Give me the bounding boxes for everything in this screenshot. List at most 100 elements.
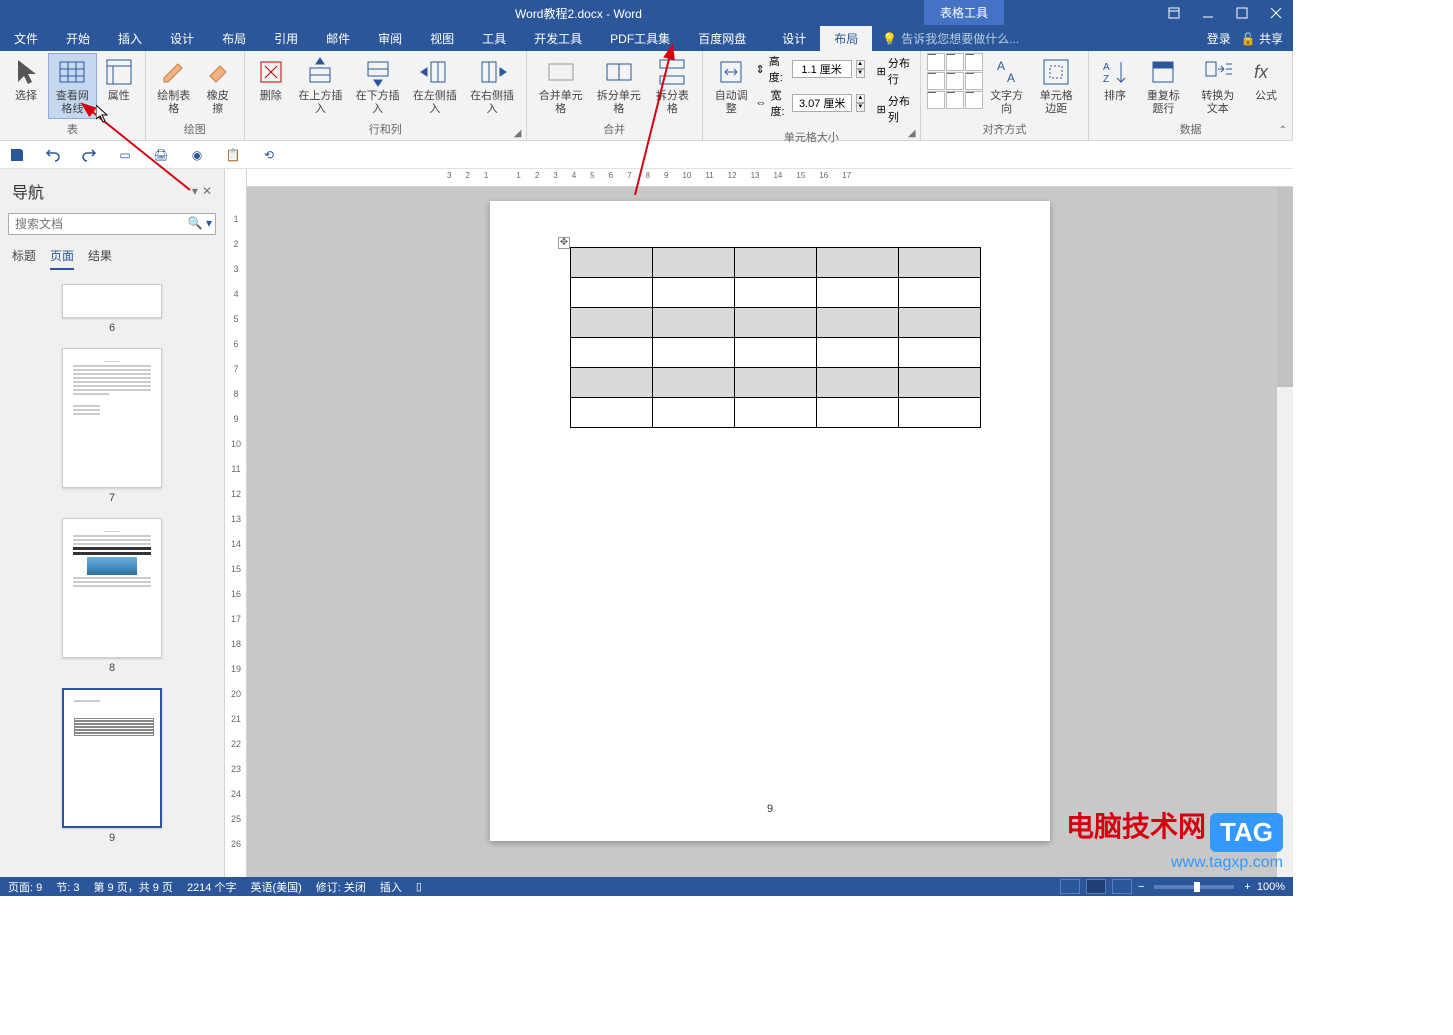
tab-references[interactable]: 引用 [260,26,312,51]
align-mr[interactable] [965,72,983,90]
status-page-of[interactable]: 第 9 页，共 9 页 [93,879,172,895]
close-icon[interactable] [1259,0,1293,26]
nav-dropdown-icon[interactable]: ▾ [192,184,198,198]
tab-home[interactable]: 开始 [52,26,104,51]
tab-table-design[interactable]: 设计 [768,26,820,51]
nav-close-icon[interactable]: ✕ [202,184,212,198]
tab-pdf[interactable]: PDF工具集 [596,26,684,51]
text-direction-button[interactable]: AA 文字方向 [985,53,1028,119]
tab-view[interactable]: 视图 [416,26,468,51]
page-thumb-8[interactable]: ———— [62,518,162,658]
tab-dev[interactable]: 开发工具 [520,26,596,51]
zoom-out-icon[interactable]: − [1138,881,1144,893]
zoom-slider[interactable] [1154,885,1234,889]
search-input[interactable] [8,213,216,235]
width-input[interactable] [792,94,852,112]
nav-tab-headings[interactable]: 标题 [12,247,36,270]
zoom-level[interactable]: 100% [1257,881,1285,893]
status-page[interactable]: 页面: 9 [8,879,42,895]
qat-icon-3[interactable]: ◉ [188,146,206,164]
align-tc[interactable] [946,53,964,71]
horizontal-ruler[interactable]: 3211234567891011121314151617 [247,169,1293,187]
insert-right-button[interactable]: 在右侧插入 [464,53,519,119]
vertical-scrollbar[interactable] [1277,187,1293,877]
sort-button[interactable]: AZ 排序 [1095,53,1135,106]
page-thumb-6[interactable] [62,284,162,318]
select-button[interactable]: 选择 [6,53,46,106]
page-thumb-9[interactable] [62,688,162,828]
qat-icon-1[interactable]: ▭ [116,146,134,164]
maximize-icon[interactable] [1225,0,1259,26]
status-lang[interactable]: 英语(美国) [250,879,301,895]
split-table-button[interactable]: 拆分表格 [649,53,696,119]
document-table[interactable] [570,247,981,428]
view-print-icon[interactable] [1086,879,1106,894]
align-br[interactable] [965,91,983,109]
status-section[interactable]: 节: 3 [56,879,79,895]
spin-down[interactable]: ▼ [856,69,865,78]
view-web-icon[interactable] [1112,879,1132,894]
autofit-button[interactable]: 自动调整 [709,53,754,119]
redo-icon[interactable] [80,146,98,164]
cell-margins-button[interactable]: 单元格边距 [1030,53,1082,119]
spin-up[interactable]: ▲ [856,94,864,103]
insert-below-button[interactable]: 在下方插入 [350,53,405,119]
tell-me[interactable]: 💡告诉我您想要做什么... [872,26,1206,51]
qat-icon-4[interactable]: 📋 [224,146,242,164]
vertical-ruler[interactable]: /*ticks drawn via loop*/ 123456789101112… [225,169,247,877]
align-bc[interactable] [946,91,964,109]
align-mc[interactable] [946,72,964,90]
align-ml[interactable] [927,72,945,90]
collapse-ribbon-icon[interactable]: ⌃ [1279,125,1287,136]
qat-icon-5[interactable]: ⟲ [260,146,278,164]
distribute-rows-button[interactable]: ⊞ 分布行 [873,53,914,89]
formula-button[interactable]: fx 公式 [1246,53,1286,106]
align-bl[interactable] [927,91,945,109]
align-tl[interactable] [927,53,945,71]
status-words[interactable]: 2214 个字 [187,879,237,895]
thumbnail-list[interactable]: 6 ———— 7 ———— 8 9 [0,274,224,877]
distribute-cols-button[interactable]: ⊞ 分布列 [873,91,914,127]
minimize-icon[interactable] [1191,0,1225,26]
view-read-icon[interactable] [1060,879,1080,894]
table-move-handle-icon[interactable]: ✥ [558,237,570,249]
eraser-button[interactable]: 橡皮擦 [198,53,238,119]
tab-review[interactable]: 审阅 [364,26,416,51]
insert-left-button[interactable]: 在左侧插入 [407,53,462,119]
status-rec-icon[interactable]: ▯ [416,880,422,893]
convert-to-text-button[interactable]: 转换为文本 [1192,53,1244,119]
tab-table-layout[interactable]: 布局 [820,26,872,51]
save-icon[interactable] [8,146,26,164]
dialog-launcher-icon[interactable]: ◢ [908,128,918,138]
insert-above-button[interactable]: 在上方插入 [293,53,348,119]
share-button[interactable]: 🔓 共享 [1241,30,1283,47]
align-tr[interactable] [965,53,983,71]
merge-cells-button[interactable]: 合并单元格 [533,53,589,119]
nav-tab-results[interactable]: 结果 [88,247,112,270]
search-icon[interactable]: 🔍 ▾ [188,216,212,230]
view-gridlines-button[interactable]: 查看网格线 [48,53,97,119]
page-thumb-7[interactable]: ———— [62,348,162,488]
spin-up[interactable]: ▲ [856,60,865,69]
tab-insert[interactable]: 插入 [104,26,156,51]
tab-file[interactable]: 文件 [0,26,52,51]
split-cells-button[interactable]: 拆分单元格 [591,53,647,119]
document-canvas[interactable]: 3211234567891011121314151617 ✥ 9 [247,169,1293,877]
undo-icon[interactable] [44,146,62,164]
zoom-in-icon[interactable]: + [1244,881,1250,893]
status-insert[interactable]: 插入 [380,879,402,895]
ribbon-display-icon[interactable] [1157,0,1191,26]
tab-tools[interactable]: 工具 [468,26,520,51]
spin-down[interactable]: ▼ [856,103,864,112]
draw-table-button[interactable]: 绘制表格 [152,53,196,119]
qat-icon-2[interactable]: 🖨 [152,146,170,164]
tab-design[interactable]: 设计 [156,26,208,51]
delete-button[interactable]: 删除 [251,53,291,106]
login-link[interactable]: 登录 [1207,30,1231,47]
nav-tab-pages[interactable]: 页面 [50,247,74,270]
tab-mailings[interactable]: 邮件 [312,26,364,51]
height-input[interactable] [792,60,852,78]
properties-button[interactable]: 属性 [99,53,139,106]
repeat-header-button[interactable]: 重复标题行 [1137,53,1189,119]
dialog-launcher-icon[interactable]: ◢ [514,128,524,138]
